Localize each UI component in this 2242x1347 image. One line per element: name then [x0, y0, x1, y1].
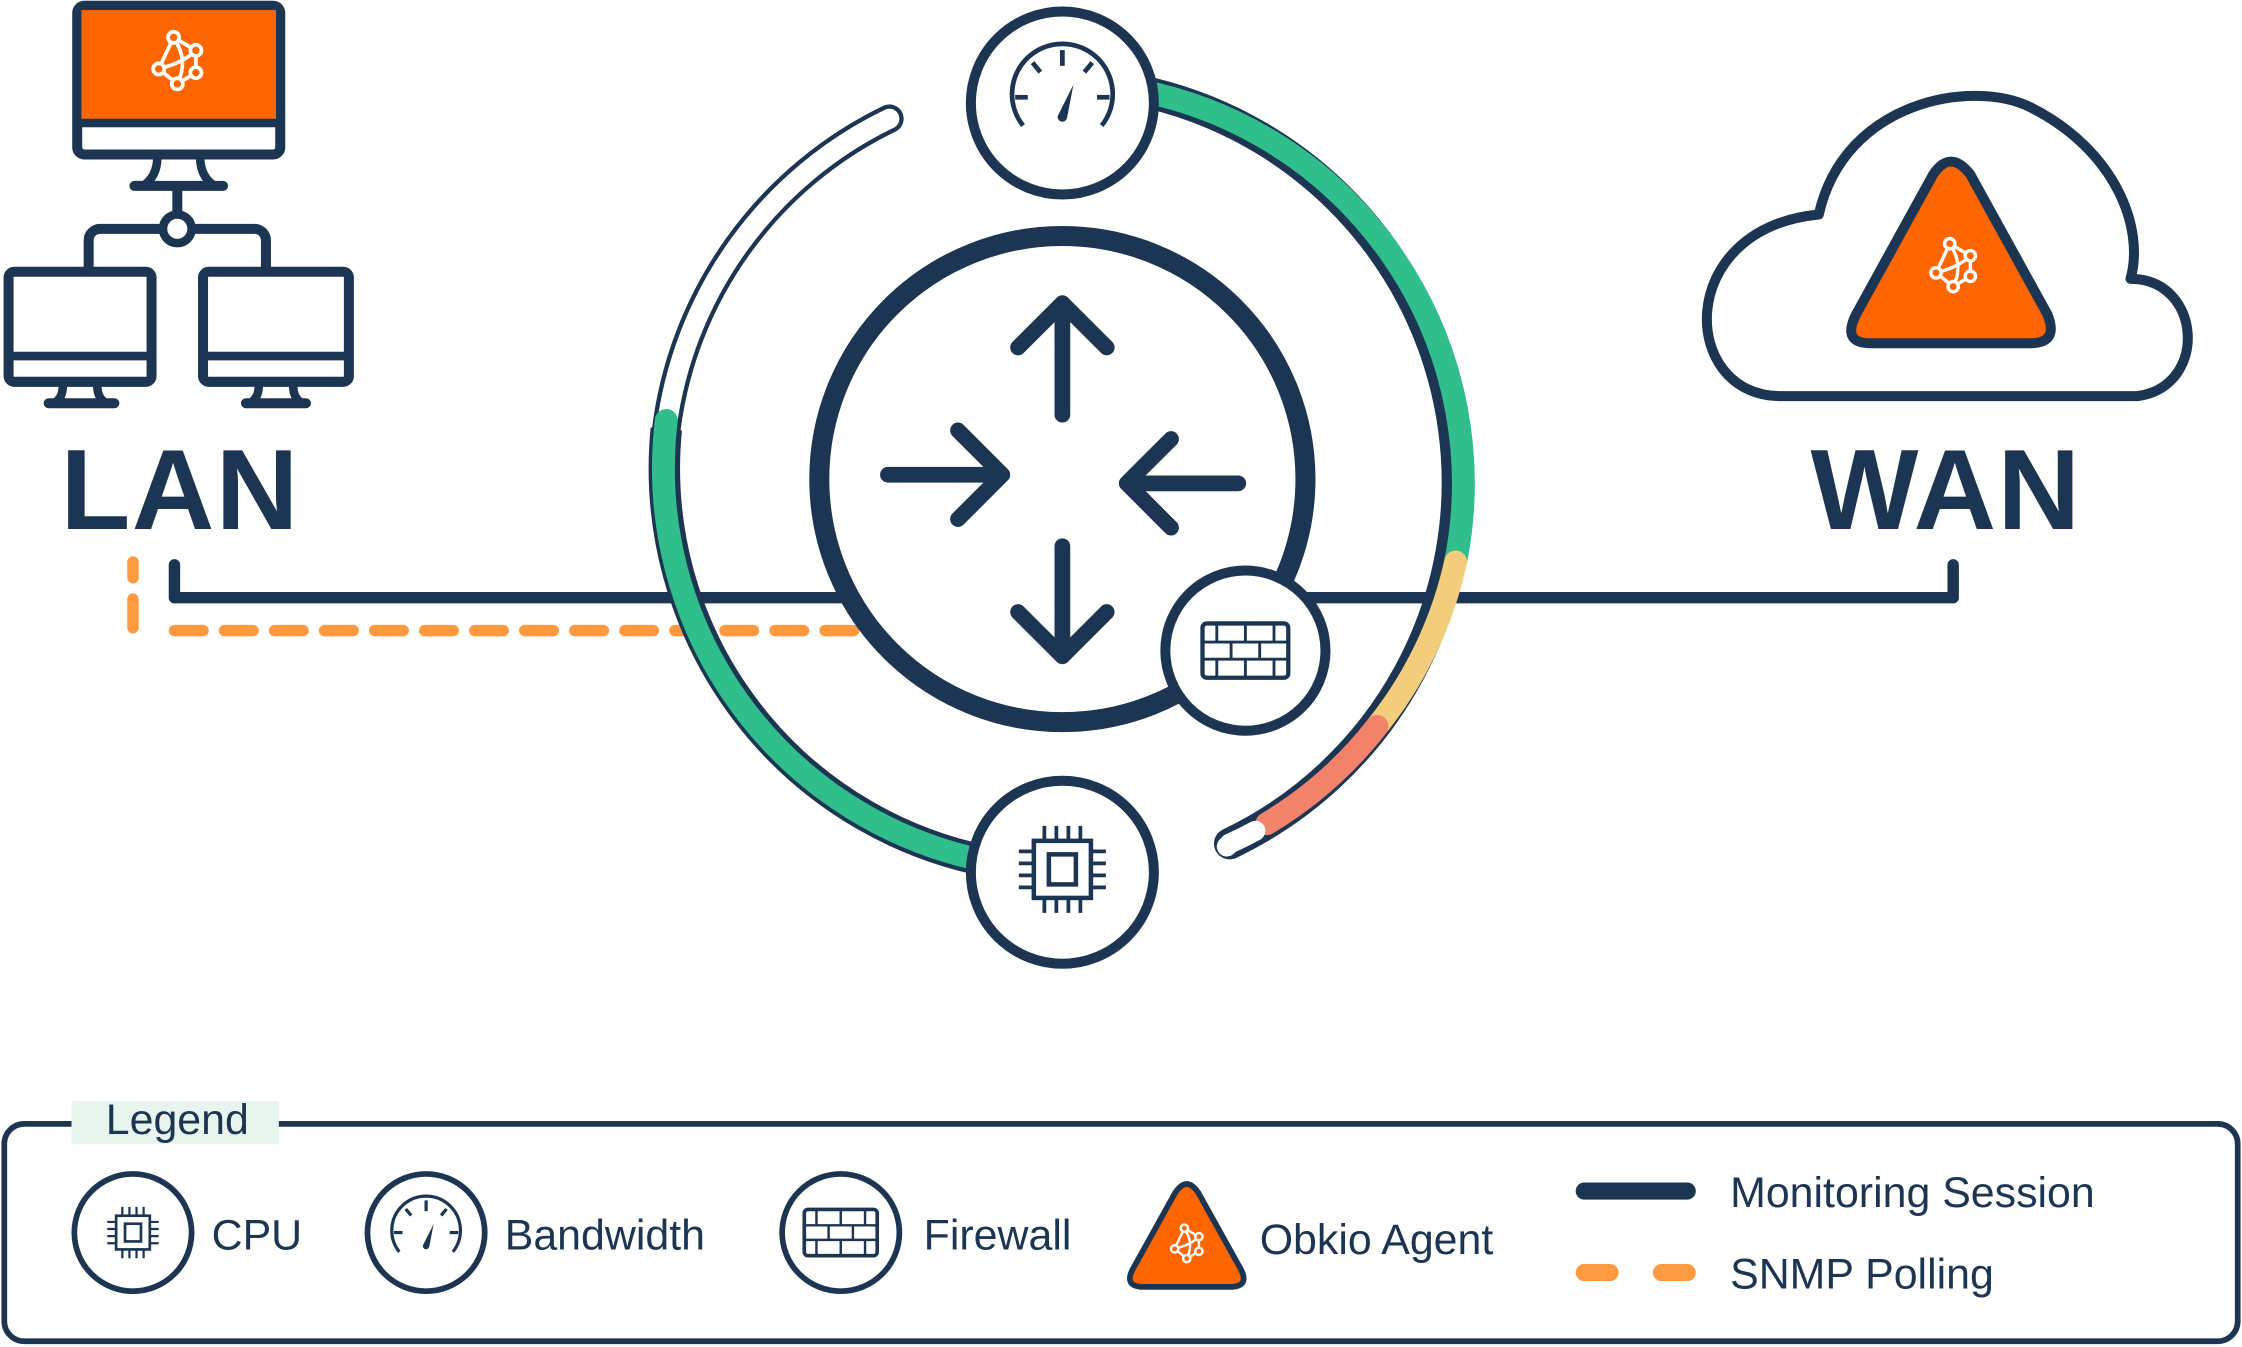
bandwidth-node [965, 6, 1159, 200]
warning-status-arc [1365, 550, 1468, 738]
legend-title: Legend [106, 1096, 249, 1144]
wan-cloud-icon [1701, 90, 2193, 402]
cpu-node [965, 775, 1159, 969]
agent-desktop-icon [72, 0, 286, 191]
lan-label: LAN [60, 426, 299, 554]
legend-label-monitoring-session: Monitoring Session [1730, 1169, 2095, 1217]
critical-status-arc [1255, 714, 1389, 836]
legend-label-cpu: CPU [212, 1212, 303, 1260]
client-desktop-icon [3, 266, 157, 409]
wan-label: WAN [1810, 426, 2081, 554]
firewall-node [1160, 565, 1331, 736]
lan-network-icon [3, 0, 354, 409]
client-desktop-icon [198, 266, 354, 409]
legend-label-snmp-polling: SNMP Polling [1730, 1250, 1994, 1298]
legend: Legend CPU Bandwidth Firewall Obkio Agen… [1, 1096, 2241, 1345]
legend-label-obkio-agent: Obkio Agent [1260, 1216, 1494, 1264]
legend-label-firewall: Firewall [924, 1212, 1072, 1260]
network-monitoring-diagram: LAN WAN Legend CPU Bandwidth Firewall Ob… [1, 0, 2241, 1345]
legend-label-bandwidth: Bandwidth [505, 1212, 705, 1260]
